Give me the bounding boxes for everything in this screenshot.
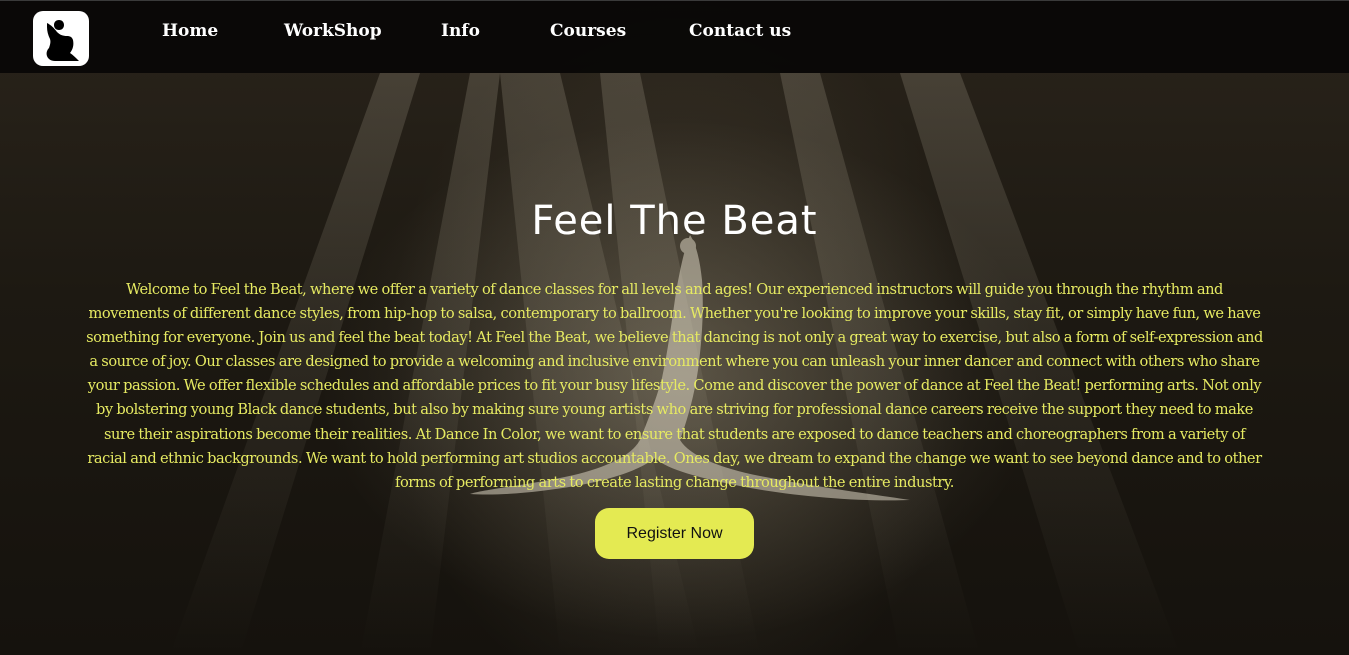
nav-link-contact-us[interactable]: Contact us [689, 21, 791, 41]
nav-link-courses[interactable]: Courses [550, 21, 626, 41]
dancer-logo-icon[interactable] [33, 11, 89, 66]
register-now-button[interactable]: Register Now [595, 508, 754, 559]
top-navbar: Home WorkShop Info Courses Contact us [0, 0, 1349, 73]
nav-link-home[interactable]: Home [162, 21, 218, 41]
hero-description: Welcome to Feel the Beat, where we offer… [86, 281, 1263, 491]
dancer-logo-graphic [46, 20, 79, 61]
page: Home WorkShop Info Courses Contact us Fe… [0, 0, 1349, 655]
nav-link-workshop[interactable]: WorkShop [284, 21, 382, 41]
hero-title: Feel The Beat [531, 198, 818, 244]
nav-link-info[interactable]: Info [441, 21, 480, 41]
